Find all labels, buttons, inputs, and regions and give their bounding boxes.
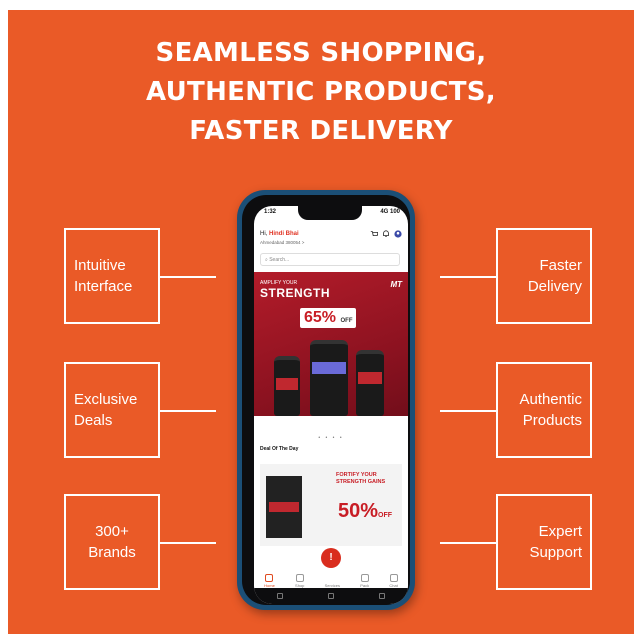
- nav-recents-icon[interactable]: [379, 593, 386, 599]
- search-placeholder: Search...: [269, 257, 290, 263]
- header-icons: [370, 230, 402, 238]
- deal-discount-value: 50%: [338, 500, 379, 522]
- status-indicators: 4G 100: [380, 209, 400, 215]
- greeting-prefix: Hi,: [260, 231, 268, 237]
- connector-line: [160, 410, 216, 412]
- feature-exclusive-deals: Exclusive Deals: [64, 362, 160, 458]
- connector-line: [440, 276, 496, 278]
- home-icon: [265, 574, 274, 582]
- tab-home[interactable]: Home: [264, 574, 275, 588]
- deal-discount-suffix: OFF: [378, 512, 393, 519]
- banner-discount: 65% OFF: [300, 308, 357, 328]
- feature-label: Brands: [88, 544, 136, 561]
- feature-label: Intuitive: [74, 257, 126, 274]
- discount-value: 65%: [304, 309, 337, 326]
- connector-line: [160, 276, 216, 278]
- feature-label: Delivery: [527, 278, 582, 295]
- chat-icon: [389, 574, 398, 582]
- feature-brands: 300+ Brands: [64, 494, 160, 590]
- tab-pack[interactable]: Pack: [360, 574, 369, 588]
- search-input[interactable]: ⌕ Search...: [260, 253, 400, 266]
- headline-line-3: FASTER DELIVERY: [189, 116, 453, 146]
- system-nav-bar: [254, 588, 408, 604]
- deal-line: STRENGTH GAINS: [336, 479, 386, 485]
- feature-intuitive-interface: Intuitive Interface: [64, 228, 160, 324]
- bag-icon: [295, 574, 304, 582]
- phone-mockup: 1:32 4G 100 Hi, Hindi Bhai Ahmedabad 380…: [237, 190, 415, 610]
- feature-label: Products: [522, 412, 582, 429]
- feature-faster-delivery: Faster Delivery: [496, 228, 592, 324]
- feature-label: Expert: [538, 523, 582, 540]
- promo-banner[interactable]: AMPLIFY YOUR STRENGTH MT 65% OFF: [254, 272, 408, 430]
- feature-label: Exclusive: [74, 391, 138, 408]
- connector-line: [440, 410, 496, 412]
- feature-expert-support: Expert Support: [496, 494, 592, 590]
- bell-icon[interactable]: [382, 230, 390, 238]
- location-selector[interactable]: Ahmedabad 380054 >: [260, 240, 304, 245]
- tab-chat[interactable]: Chat: [389, 574, 398, 588]
- connector-line: [440, 542, 496, 544]
- feature-authentic-products: Authentic Products: [496, 362, 592, 458]
- feature-label: Interface: [74, 278, 133, 295]
- avatar-icon[interactable]: [394, 230, 402, 238]
- promo-canvas: SEAMLESS SHOPPING, AUTHENTIC PRODUCTS, F…: [8, 10, 634, 634]
- deal-line: FORTIFY YOUR: [336, 472, 377, 478]
- nav-back-icon[interactable]: [276, 593, 283, 599]
- feature-label: Faster: [539, 257, 582, 274]
- bottom-tab-bar: Home Shop Services Pack Chat: [254, 562, 408, 588]
- product-tub: [356, 350, 384, 416]
- tab-shop[interactable]: Shop: [295, 574, 304, 588]
- product-tub: [274, 356, 300, 416]
- nav-home-icon[interactable]: [327, 593, 334, 599]
- tab-services[interactable]: Services: [325, 574, 340, 588]
- deal-title: Deal Of The Day: [260, 446, 299, 452]
- feature-label: Authentic: [519, 391, 582, 408]
- connector-line: [160, 542, 216, 544]
- banner-floor: [254, 416, 408, 430]
- brand-logo: MT: [390, 280, 402, 289]
- banner-big-text: STRENGTH: [260, 286, 330, 300]
- headline-line-1: SEAMLESS SHOPPING,: [155, 38, 487, 68]
- status-time: 1:32: [264, 209, 277, 215]
- feature-label: Deals: [74, 412, 113, 429]
- phone-notch: [298, 206, 362, 220]
- pack-icon: [360, 574, 369, 582]
- cart-icon[interactable]: [370, 230, 378, 238]
- headline-line-2: AUTHENTIC PRODUCTS,: [146, 77, 496, 107]
- feature-label: Support: [529, 544, 582, 561]
- deal-product-image: [266, 476, 302, 538]
- deal-discount: 50%OFF: [338, 500, 392, 523]
- phone-bezel: 1:32 4G 100 Hi, Hindi Bhai Ahmedabad 380…: [242, 195, 410, 605]
- headline: SEAMLESS SHOPPING, AUTHENTIC PRODUCTS, F…: [8, 34, 634, 151]
- carousel-dots[interactable]: • • • •: [254, 435, 408, 441]
- deal-card[interactable]: FORTIFY YOUR STRENGTH GAINS 50%OFF: [260, 464, 402, 546]
- deal-headline: FORTIFY YOUR STRENGTH GAINS: [336, 472, 385, 486]
- greeting: Hi, Hindi Bhai: [260, 231, 299, 237]
- product-tub: [310, 340, 348, 416]
- phone-screen: 1:32 4G 100 Hi, Hindi Bhai Ahmedabad 380…: [254, 206, 408, 604]
- greeting-name: Hindi Bhai: [269, 231, 299, 237]
- feature-label: 300+: [95, 523, 129, 540]
- discount-suffix: OFF: [340, 318, 353, 324]
